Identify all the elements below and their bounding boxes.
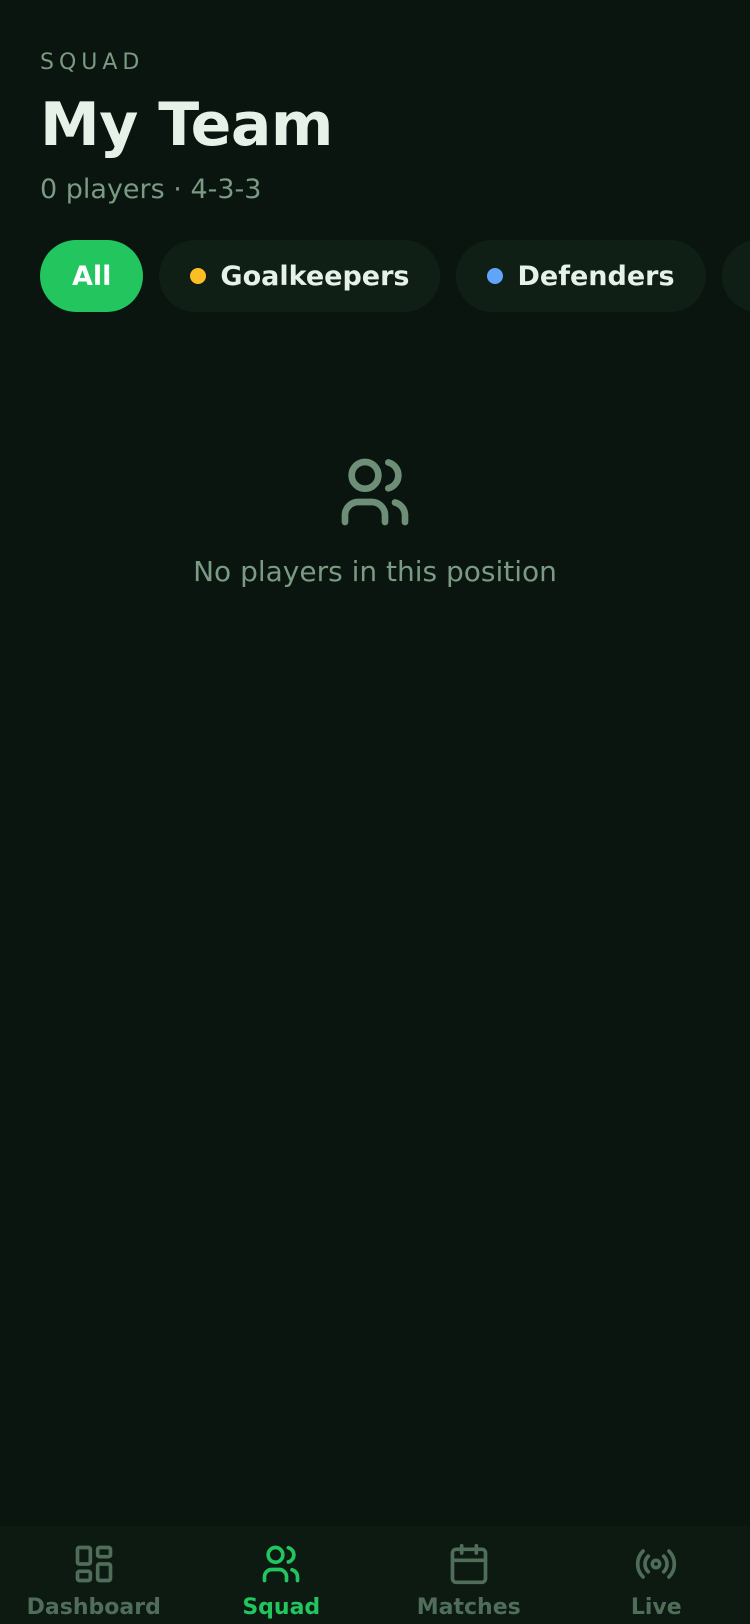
tab-label: Live (630, 1595, 682, 1620)
tab-label: Dashboard (26, 1595, 161, 1620)
squad-screen: SQUAD My Team 0 players · 4-3-3 All Goal… (0, 0, 750, 1624)
tab-label: Matches (416, 1595, 521, 1620)
tab-matches[interactable]: Matches (375, 1526, 563, 1624)
broadcast-icon (636, 1549, 677, 1579)
filter-chip-goalkeepers[interactable]: Goalkeepers (159, 240, 441, 312)
empty-state-message: No players in this position (193, 555, 557, 588)
tab-label: Squad (242, 1595, 321, 1620)
dashboard-icon (75, 1545, 113, 1583)
goalkeeper-dot-icon (190, 268, 207, 284)
filter-chip-label: Goalkeepers (220, 260, 410, 292)
filter-chip-label: Defenders (517, 260, 675, 292)
empty-state: No players in this position (0, 452, 750, 591)
page-header: SQUAD My Team 0 players · 4-3-3 (40, 48, 710, 208)
tab-squad[interactable]: Squad (188, 1526, 376, 1624)
filter-chip-label: All (72, 260, 112, 292)
filter-chip-midfielders[interactable] (721, 240, 750, 312)
section-eyebrow: SQUAD (40, 50, 145, 75)
squad-summary: 0 players · 4-3-3 (40, 174, 262, 205)
calendar-icon (450, 1543, 488, 1585)
bottom-tab-bar: Dashboard Squad Matches Live (0, 1526, 750, 1624)
page-title: My Team (40, 90, 333, 160)
users-icon (262, 1545, 300, 1583)
tab-dashboard[interactable]: Dashboard (0, 1526, 188, 1624)
defender-dot-icon (487, 268, 504, 284)
filter-chip-defenders[interactable]: Defenders (456, 240, 706, 312)
filter-chip-all[interactable]: All (40, 240, 144, 312)
position-filter-bar: All Goalkeepers Defenders (40, 240, 750, 312)
users-icon (341, 458, 409, 526)
tab-live[interactable]: Live (563, 1526, 750, 1624)
